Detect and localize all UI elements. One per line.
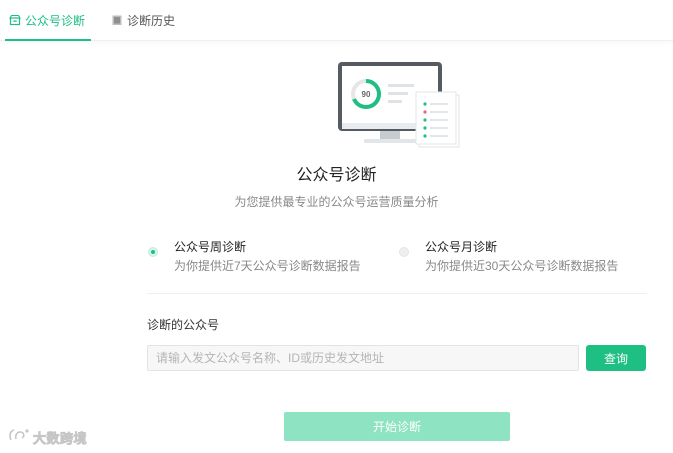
- account-search-input[interactable]: [147, 345, 579, 371]
- option-desc: 为你提供近30天公众号诊断数据报告: [425, 259, 619, 273]
- account-field-label: 诊断的公众号: [147, 318, 220, 332]
- watermark: 大数跨境: [8, 428, 94, 446]
- divider: [147, 293, 647, 294]
- page-title: 公众号诊断: [296, 167, 377, 184]
- radio-unselected[interactable]: [399, 247, 409, 257]
- shop-icon: [9, 14, 21, 26]
- option-title: 公众号周诊断: [174, 240, 247, 254]
- start-diagnosis-button[interactable]: 开始诊断: [284, 412, 510, 441]
- query-button[interactable]: 查询: [586, 345, 646, 371]
- option-desc: 为你提供近7天公众号诊断数据报告: [174, 259, 361, 273]
- tab-account-diagnosis[interactable]: 公众号诊断: [4, 0, 92, 41]
- tab-bar: 公众号诊断 诊断历史: [0, 0, 673, 41]
- radio-selected[interactable]: [148, 247, 158, 257]
- watermark-text: 大数跨境: [33, 430, 88, 446]
- tab-diagnosis-history[interactable]: 诊断历史: [111, 0, 175, 40]
- tab-label: 公众号诊断: [25, 13, 86, 28]
- history-icon: [111, 14, 123, 26]
- monitor-report-icon: 90: [330, 62, 462, 148]
- page-subtitle: 为您提供最专业的公众号运营质量分析: [234, 195, 439, 209]
- score-text: 90: [362, 90, 371, 99]
- tab-label: 诊断历史: [127, 13, 176, 28]
- option-title: 公众号月诊断: [425, 240, 498, 254]
- logo-mark-icon: [8, 427, 30, 448]
